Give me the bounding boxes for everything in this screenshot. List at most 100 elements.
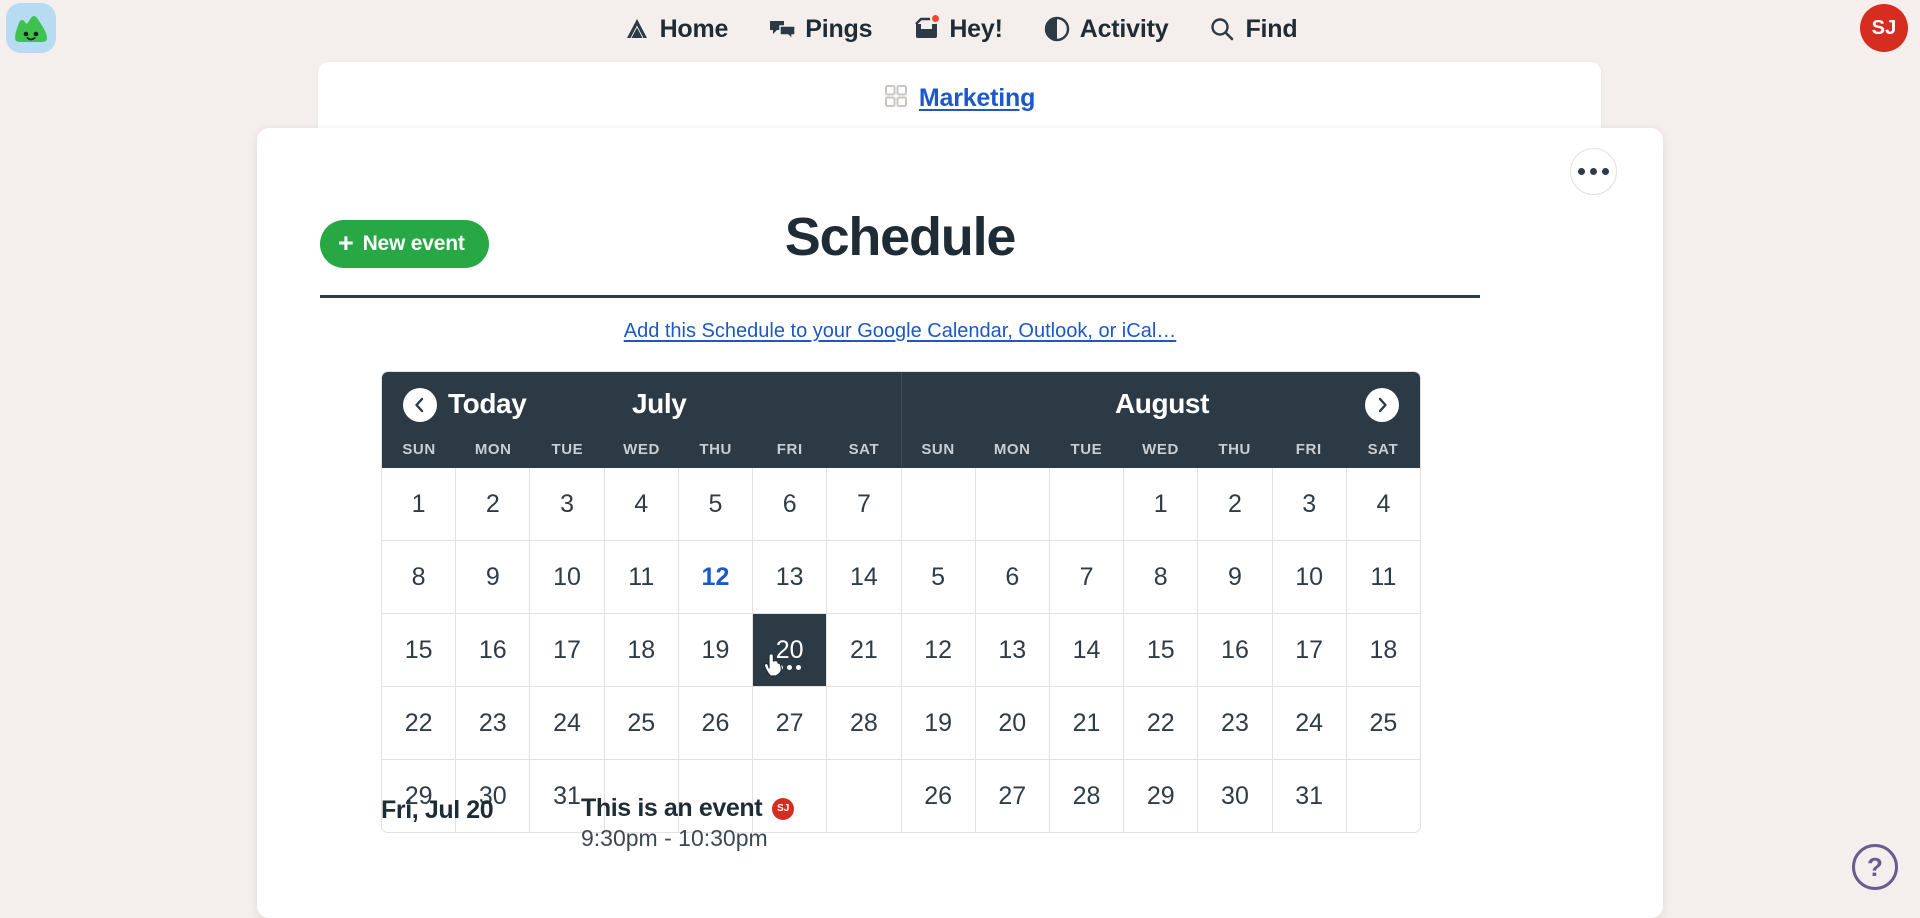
calendar-day-july-5[interactable]: 5 (679, 468, 752, 540)
calendar-day-august-9[interactable]: 9 (1198, 541, 1271, 613)
calendar-cell-empty (902, 468, 975, 540)
calendar-day-july-16[interactable]: 16 (456, 614, 529, 686)
schedule-header: + New event Schedule (320, 206, 1480, 298)
help-label: ? (1867, 852, 1883, 883)
calendar-day-july-22[interactable]: 22 (382, 687, 455, 759)
calendar-day-july-27[interactable]: 27 (753, 687, 826, 759)
calendar-day-august-5[interactable]: 5 (902, 541, 975, 613)
day-number: 14 (1073, 636, 1101, 665)
weekday-label-wed-aug: WED (1123, 441, 1197, 458)
avatar[interactable]: SJ (1860, 4, 1908, 52)
day-number: 21 (850, 636, 878, 665)
calendar-day-august-7[interactable]: 7 (1050, 541, 1123, 613)
calendar-day-august-23[interactable]: 23 (1198, 687, 1271, 759)
nav-item-home[interactable]: Home (623, 15, 729, 44)
day-number: 8 (412, 563, 426, 592)
ical-subscribe-link[interactable]: Add this Schedule to your Google Calenda… (320, 320, 1480, 343)
calendar-day-july-14[interactable]: 14 (827, 541, 900, 613)
calendar-day-august-10[interactable]: 10 (1273, 541, 1346, 613)
calendar-day-july-11[interactable]: 11 (605, 541, 678, 613)
day-number: 17 (553, 636, 581, 665)
calendar-day-august-6[interactable]: 6 (976, 541, 1049, 613)
calendar-day-july-18[interactable]: 18 (605, 614, 678, 686)
calendar-day-august-20[interactable]: 20 (976, 687, 1049, 759)
calendar-day-july-25[interactable]: 25 (605, 687, 678, 759)
event-dots (753, 665, 826, 670)
day-number: 12 (924, 636, 952, 665)
calendar-day-august-25[interactable]: 25 (1347, 687, 1420, 759)
calendar-day-july-4[interactable]: 4 (605, 468, 678, 540)
event-dot (778, 665, 783, 670)
day-number: 1 (412, 490, 426, 519)
calendar-day-july-21[interactable]: 21 (827, 614, 900, 686)
weekday-label-sun-jul: SUN (382, 441, 456, 458)
calendar-day-august-3[interactable]: 3 (1273, 468, 1346, 540)
calendar-day-august-17[interactable]: 17 (1273, 614, 1346, 686)
nav-item-hey[interactable]: Hey! (912, 15, 1002, 44)
calendar-day-august-24[interactable]: 24 (1273, 687, 1346, 759)
calendar-day-july-26[interactable]: 26 (679, 687, 752, 759)
nav-item-activity[interactable]: Activity (1043, 15, 1169, 44)
calendar-day-august-14[interactable]: 14 (1050, 614, 1123, 686)
day-number: 4 (1376, 490, 1390, 519)
day-number: 23 (479, 709, 507, 738)
calendar-day-july-2[interactable]: 2 (456, 468, 529, 540)
calendar-day-july-8[interactable]: 8 (382, 541, 455, 613)
calendar-day-july-20[interactable]: 20 (753, 614, 826, 686)
calendar-day-july-15[interactable]: 15 (382, 614, 455, 686)
calendar-day-august-2[interactable]: 2 (1198, 468, 1271, 540)
nav-label-activity: Activity (1080, 15, 1169, 44)
day-number: 17 (1295, 636, 1323, 665)
help-button[interactable]: ? (1852, 844, 1898, 890)
calendar-day-july-28[interactable]: 28 (827, 687, 900, 759)
weekday-label-sat-aug: SAT (1346, 441, 1420, 458)
calendar-day-august-19[interactable]: 19 (902, 687, 975, 759)
day-number: 26 (702, 709, 730, 738)
day-number: 10 (553, 563, 581, 592)
calendar-day-august-18[interactable]: 18 (1347, 614, 1420, 686)
event-attendee-avatar[interactable]: SJ (772, 798, 794, 820)
calendar-day-august-1[interactable]: 1 (1124, 468, 1197, 540)
day-number: 20 (998, 709, 1026, 738)
more-options-button[interactable] (1570, 148, 1617, 195)
nav-item-find[interactable]: Find (1208, 15, 1297, 44)
weekday-label-wed-jul: WED (604, 441, 678, 458)
calendar-day-august-13[interactable]: 13 (976, 614, 1049, 686)
calendar-day-july-1[interactable]: 1 (382, 468, 455, 540)
calendar-day-july-12[interactable]: 12 (679, 541, 752, 613)
calendar-day-august-4[interactable]: 4 (1347, 468, 1420, 540)
today-button[interactable]: Today (448, 388, 526, 420)
day-number: 9 (1228, 563, 1242, 592)
calendar-day-july-7[interactable]: 7 (827, 468, 900, 540)
calendar-day-august-11[interactable]: 11 (1347, 541, 1420, 613)
calendar-day-july-24[interactable]: 24 (530, 687, 603, 759)
calendar-day-july-3[interactable]: 3 (530, 468, 603, 540)
calendar-day-july-6[interactable]: 6 (753, 468, 826, 540)
next-month-button[interactable] (1365, 388, 1399, 422)
day-number: 11 (1370, 563, 1396, 592)
calendar-day-july-19[interactable]: 19 (679, 614, 752, 686)
calendar-day-august-22[interactable]: 22 (1124, 687, 1197, 759)
previous-month-button[interactable] (403, 388, 437, 422)
day-number: 6 (1005, 563, 1019, 592)
calendar-day-august-15[interactable]: 15 (1124, 614, 1197, 686)
nav-item-pings[interactable]: Pings (768, 15, 872, 44)
calendar-day-august-21[interactable]: 21 (1050, 687, 1123, 759)
calendar-day-july-17[interactable]: 17 (530, 614, 603, 686)
calendar-day-july-9[interactable]: 9 (456, 541, 529, 613)
day-number: 5 (709, 490, 723, 519)
calendar-day-august-16[interactable]: 16 (1198, 614, 1271, 686)
calendar-day-august-8[interactable]: 8 (1124, 541, 1197, 613)
month-label-left: July (632, 388, 686, 420)
day-number: 18 (627, 636, 655, 665)
breadcrumb[interactable]: Marketing (884, 84, 1035, 113)
event-title[interactable]: This is an event (581, 794, 762, 823)
month-label-right: August (902, 388, 1421, 420)
activity-icon (1043, 15, 1071, 43)
day-number: 11 (628, 563, 654, 592)
day-number: 22 (1147, 709, 1175, 738)
calendar-day-july-13[interactable]: 13 (753, 541, 826, 613)
calendar-day-july-10[interactable]: 10 (530, 541, 603, 613)
calendar-day-july-23[interactable]: 23 (456, 687, 529, 759)
calendar-day-august-12[interactable]: 12 (902, 614, 975, 686)
